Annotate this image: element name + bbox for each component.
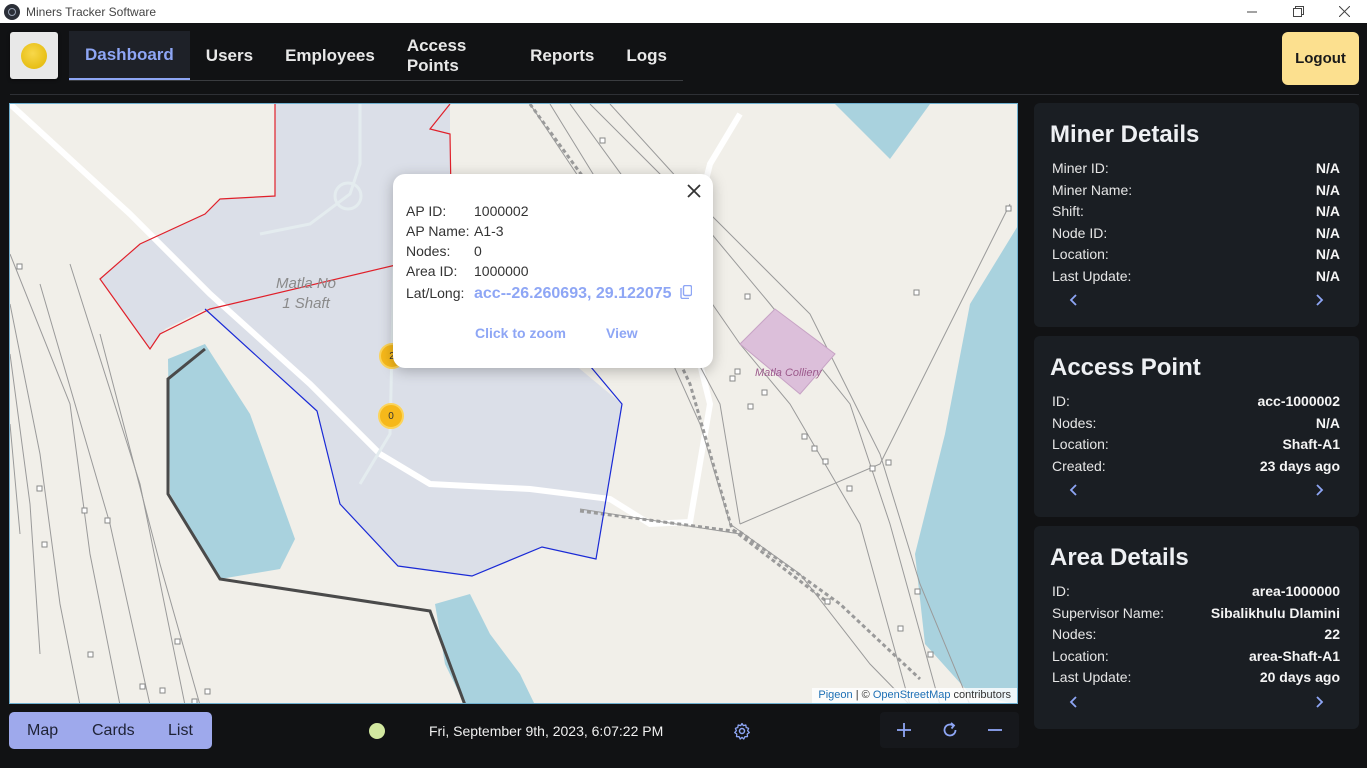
tab-access-points[interactable]: Access Points — [391, 31, 514, 80]
tab-map[interactable]: Map — [27, 722, 58, 740]
refresh-icon[interactable] — [940, 720, 960, 740]
detail-row: Created: 23 days ago — [1052, 458, 1340, 474]
detail-row: Last Update: 20 days ago — [1052, 669, 1340, 685]
map-cluster-marker[interactable]: 0 — [378, 403, 404, 429]
detail-row: Nodes: N/A — [1052, 415, 1340, 431]
close-icon — [1338, 6, 1350, 17]
chevron-right-icon[interactable] — [1313, 484, 1325, 496]
logo-icon — [21, 42, 47, 69]
gear-icon[interactable] — [733, 722, 751, 740]
main-nav: Dashboard Users Employees Access Points … — [69, 31, 683, 81]
tab-logs[interactable]: Logs — [610, 31, 683, 80]
popup-row: Area ID: 1000000 — [406, 263, 529, 279]
popup-row: AP ID: 1000002 — [406, 203, 529, 219]
detail-row: Miner ID: N/A — [1052, 160, 1340, 176]
miner-details-title: Miner Details — [1050, 121, 1200, 148]
zoom-in-icon[interactable] — [894, 720, 914, 740]
detail-row: Location: N/A — [1052, 246, 1340, 262]
logout-button[interactable]: Logout — [1282, 32, 1359, 85]
view-link[interactable]: View — [606, 325, 638, 341]
detail-row: Node ID: N/A — [1052, 225, 1340, 241]
minimize-icon — [1247, 11, 1257, 12]
map-label-shaft: Matla No 1 Shaft — [276, 275, 337, 312]
chevron-left-icon[interactable] — [1068, 484, 1080, 496]
area-details-title: Area Details — [1050, 544, 1189, 571]
chevron-left-icon[interactable] — [1068, 696, 1080, 708]
osm-link[interactable]: OpenStreetMap — [873, 689, 951, 701]
close-window-button[interactable] — [1321, 0, 1367, 23]
detail-row: Location: Shaft-A1 — [1052, 436, 1340, 452]
tab-dashboard[interactable]: Dashboard — [69, 31, 190, 80]
click-to-zoom-link[interactable]: Click to zoom — [475, 325, 566, 341]
window-title: Miners Tracker Software — [26, 4, 157, 19]
detail-row: Last Update: N/A — [1052, 268, 1340, 284]
detail-row: Shift: N/A — [1052, 203, 1340, 219]
popup-latlong-row: Lat/Long: acc--26.260693, 29.122075 — [406, 284, 692, 303]
access-point-title: Access Point — [1050, 354, 1201, 381]
logo-button[interactable] — [10, 32, 58, 79]
area-details-panel: Area Details ID: area-1000000 Supervisor … — [1034, 526, 1359, 729]
tab-list[interactable]: List — [168, 722, 193, 740]
tab-cards[interactable]: Cards — [92, 722, 135, 740]
popup-row: AP Name: A1-3 — [406, 223, 504, 239]
close-icon[interactable] — [685, 182, 703, 200]
header-divider — [10, 94, 1359, 95]
access-point-panel: Access Point ID: acc-1000002 Nodes: N/A Lo… — [1034, 336, 1359, 517]
chevron-right-icon[interactable] — [1313, 696, 1325, 708]
miner-details-panel: Miner Details Miner ID: N/A Miner Name: N/… — [1034, 103, 1359, 327]
title-bar: Miners Tracker Software — [0, 0, 1367, 23]
pigeon-link[interactable]: Pigeon — [818, 689, 852, 701]
map-controls — [880, 712, 1019, 748]
restore-button[interactable] — [1275, 0, 1321, 23]
tab-reports[interactable]: Reports — [514, 31, 610, 80]
zoom-out-icon[interactable] — [985, 720, 1005, 740]
detail-row: Nodes: 22 — [1052, 626, 1340, 642]
tab-users[interactable]: Users — [190, 31, 269, 80]
detail-row: ID: acc-1000002 — [1052, 393, 1340, 409]
detail-row: Location: area-Shaft-A1 — [1052, 648, 1340, 664]
map-attribution: Pigeon | © OpenStreetMap contributors — [812, 688, 1017, 703]
detail-row: Miner Name: N/A — [1052, 182, 1340, 198]
detail-row: ID: area-1000000 — [1052, 583, 1340, 599]
detail-row: Supervisor Name: Sibalikhulu Dlamini — [1052, 605, 1340, 621]
chevron-right-icon[interactable] — [1313, 294, 1325, 306]
view-mode-tabs: Map Cards List — [9, 712, 212, 749]
access-point-popup: AP ID: 1000002 AP Name: A1-3 Nodes: 0 Area … — [393, 174, 713, 368]
chevron-left-icon[interactable] — [1068, 294, 1080, 306]
map-label-colliery: Matla Colliery — [755, 367, 822, 379]
restore-icon — [1292, 6, 1304, 17]
minimize-button[interactable] — [1229, 0, 1275, 23]
window-controls — [1229, 0, 1367, 23]
tab-employees[interactable]: Employees — [269, 31, 391, 80]
current-datetime: Fri, September 9th, 2023, 6:07:22 PM — [429, 723, 664, 739]
connection-status-indicator — [369, 723, 385, 739]
app-icon — [4, 3, 20, 20]
copy-icon[interactable] — [679, 285, 692, 299]
popup-row: Nodes: 0 — [406, 243, 482, 259]
latlong-value: acc--26.260693, 29.122075 — [474, 285, 672, 302]
